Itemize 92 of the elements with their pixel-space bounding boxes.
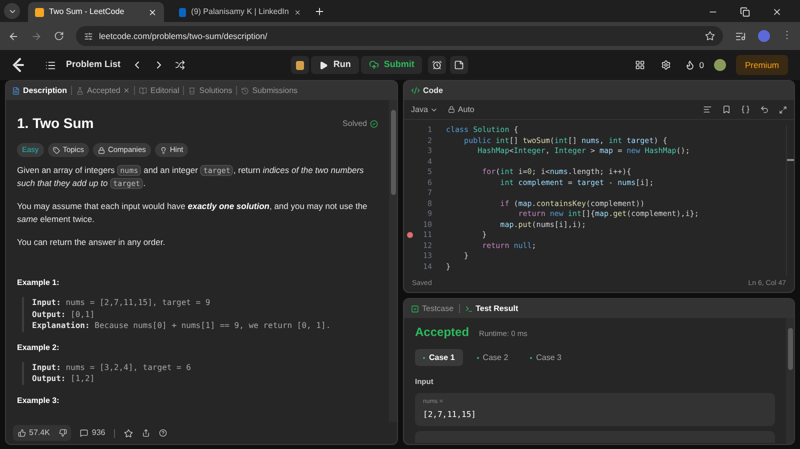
solved-status: Solved (342, 118, 367, 130)
case-tab[interactable]: Case 1 (415, 349, 463, 366)
example-heading: Example 1: (17, 277, 60, 289)
tab-title: Two Sum - LeetCode (49, 6, 126, 18)
example-heading: Example 2: (17, 342, 60, 354)
submit-button[interactable]: Submit (360, 56, 422, 74)
tab-icon (241, 86, 250, 94)
thumbs-down-icon (58, 429, 67, 437)
forward-icon[interactable] (31, 30, 42, 42)
media-icon[interactable] (735, 30, 746, 42)
cloud-upload-icon (368, 60, 379, 70)
problem-list-link[interactable]: Problem List (66, 58, 121, 72)
hint-icon (160, 146, 167, 154)
premium-button[interactable]: Premium (736, 55, 788, 75)
layout-icon[interactable] (635, 60, 646, 70)
debug-button[interactable] (291, 56, 310, 74)
tab-menu-button[interactable] (4, 3, 20, 19)
timer-button[interactable] (428, 56, 446, 74)
code-panel-title: Code (423, 84, 443, 96)
checkbox-icon (411, 304, 419, 312)
case-tab[interactable]: Case 2 (468, 349, 516, 366)
braces-icon[interactable] (741, 105, 750, 114)
address-bar[interactable]: leetcode.com/problems/two-sum/description/ (76, 26, 723, 46)
case-tab[interactable]: Case 3 (522, 349, 570, 366)
streak-icon (685, 60, 696, 70)
tab-icon (76, 86, 84, 94)
expand-icon[interactable] (779, 106, 787, 114)
comment-icon[interactable] (80, 429, 88, 437)
site-settings-icon (84, 32, 93, 40)
example-line: Input: nums = [2,7,11,15], target = 9 (32, 297, 212, 308)
play-icon (319, 60, 328, 70)
format-icon[interactable] (703, 105, 712, 114)
streak-count: 0 (699, 58, 704, 72)
tab-icon (188, 86, 196, 94)
panel-tab[interactable]: Accepted (76, 84, 130, 96)
thumbs-up-icon (18, 429, 26, 437)
panel-tab[interactable]: Test Result (464, 302, 518, 314)
close-icon[interactable] (294, 8, 301, 16)
scrollbar[interactable] (786, 125, 794, 276)
example-line: Input: nums = [3,2,4], target = 6 (32, 362, 192, 373)
panel-tab[interactable]: Solutions (188, 84, 232, 96)
reload-icon[interactable] (54, 31, 64, 41)
tab-title: (9) Palanisamy K | LinkedIn (191, 6, 289, 18)
favorite-star-icon[interactable] (124, 428, 134, 438)
new-tab-icon[interactable] (314, 6, 325, 17)
share-icon[interactable] (142, 429, 150, 437)
logo-icon[interactable] (12, 58, 25, 72)
bookmark-icon[interactable] (722, 105, 731, 114)
url-text: leetcode.com/problems/two-sum/description/ (99, 30, 268, 42)
terminal-icon (464, 304, 473, 312)
browser-tab[interactable]: Two Sum - LeetCode (28, 2, 164, 22)
mode-label: Auto (458, 104, 474, 116)
bookmark-star-icon[interactable] (705, 31, 715, 41)
list-icon (45, 60, 56, 70)
panel-tab[interactable]: Testcase (411, 302, 454, 314)
settings-icon[interactable] (661, 60, 672, 70)
restore-icon[interactable] (740, 7, 750, 17)
panel-tab[interactable]: Editorial (139, 84, 180, 96)
verdict-text: Accepted (415, 324, 470, 341)
user-avatar[interactable] (714, 59, 726, 71)
topics-icon (52, 146, 60, 154)
example-line: Output: [1,2] (32, 373, 96, 384)
notes-button[interactable] (450, 56, 468, 74)
run-button[interactable]: Run (311, 56, 359, 74)
description-paragraph: You may assume that each input would have exactly one solution, and you may not use the same element twice. (17, 200, 368, 226)
lock-icon (448, 106, 455, 113)
panel-tab[interactable]: Description (12, 84, 68, 96)
tab-icon (12, 86, 20, 94)
example-line: Output: [0,1] (32, 308, 96, 320)
example-heading: Example 3: (17, 394, 60, 406)
note-icon (454, 60, 464, 70)
more-menu-button[interactable]: ⋮ (782, 31, 792, 41)
companies-icon (98, 146, 105, 154)
problem-title: 1. Two Sum (17, 114, 94, 133)
comment-count: 936 (92, 427, 106, 439)
panel-tab[interactable]: Submissions (241, 84, 298, 96)
close-icon[interactable] (772, 7, 782, 17)
undo-icon[interactable] (760, 105, 769, 114)
shuffle-icon[interactable] (174, 60, 185, 70)
check-icon (370, 120, 378, 128)
scrollbar[interactable] (389, 100, 397, 422)
help-icon[interactable] (159, 429, 168, 437)
alarm-clock-icon (432, 60, 442, 70)
language-select[interactable]: Java (411, 104, 438, 116)
back-icon[interactable] (8, 30, 19, 42)
tab-icon (139, 86, 148, 94)
browser-tab[interactable]: (9) Palanisamy K | LinkedIn (172, 2, 308, 22)
input-value: [2,7,11,15] (423, 409, 477, 422)
description-paragraph: You can return the answer in any order. (17, 236, 166, 249)
example-line: Explanation: Because nums[0] + nums[1] == 9, we return [0, 1]. (32, 320, 332, 332)
code-icon (411, 86, 420, 95)
scrollbar[interactable] (786, 318, 794, 444)
